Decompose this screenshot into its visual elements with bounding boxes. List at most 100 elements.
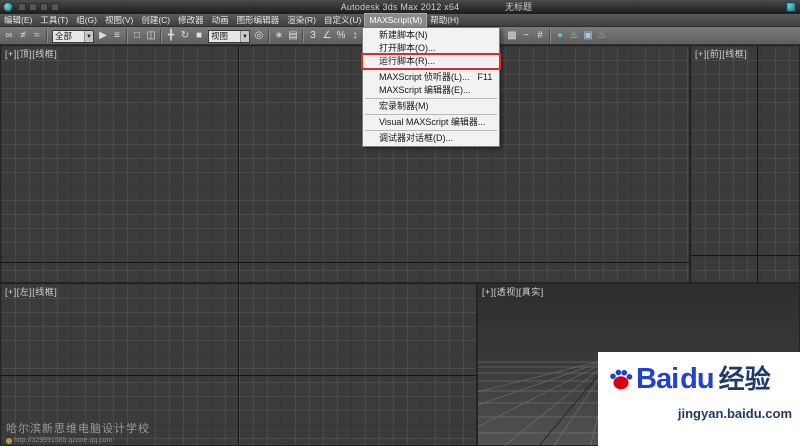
select-and-move-icon[interactable]: ╋ — [164, 28, 178, 44]
document-title: 无标题 — [505, 2, 533, 12]
menu-item-maxscript[interactable]: MAXScript(M) — [364, 13, 428, 28]
baidu-site-url: jingyan.baidu.com — [677, 406, 792, 421]
select-and-scale-icon[interactable]: ■ — [192, 28, 206, 44]
rendered-frame-window-icon[interactable]: ▣ — [581, 28, 595, 44]
menu-bar: 编辑(E) 工具(T) 组(G) 视图(V) 创建(C) 修改器 动画 图形编辑器 渲染(R) 自… — [0, 13, 800, 28]
maxscript-menu-item-visual-maxscript-editor[interactable]: Visual MAXScript 编辑器... — [363, 116, 499, 129]
menu-item-label: 运行脚本(R)... — [379, 56, 435, 66]
menu-item-help[interactable]: 帮助(H) — [426, 14, 463, 27]
viewport-top[interactable]: [+][顶][线框] — [0, 45, 690, 283]
snap-toggle-3d-icon[interactable]: 3 — [306, 28, 320, 44]
maxscript-dropdown-menu: 新建脚本(N) 打开脚本(O)... 运行脚本(R)... MAXScript 侦听器… — [362, 27, 500, 147]
schematic-view-icon[interactable]: # — [533, 28, 547, 44]
selection-filter-arrow-icon[interactable]: ▼ — [84, 30, 93, 42]
menu-item-label: MAXScript 侦听器(L)... — [379, 72, 470, 82]
maxscript-menu-item-maxscript-listener[interactable]: MAXScript 侦听器(L)... F11 — [363, 71, 499, 84]
qzone-icon — [6, 437, 12, 444]
viewport-front-label[interactable]: [+][前][线框] — [695, 47, 747, 60]
top-view-y-axis — [238, 46, 239, 282]
school-url-row: http://329991585.qzone.qq.com — [6, 437, 150, 444]
menu-item-tools[interactable]: 工具(T) — [36, 14, 72, 27]
maxscript-menu-item-macro-recorder[interactable]: 宏录制器(M) — [363, 100, 499, 113]
menu-separator — [365, 98, 497, 99]
menu-item-label: 打开脚本(O)... — [379, 43, 436, 53]
3dsmax-window: Autodesk 3ds Max 2012 x64 无标题 编辑(E) 工具(T)… — [0, 0, 800, 446]
viewport-perspective-label[interactable]: [+][透视][真实] — [482, 285, 544, 298]
menu-item-label: 调试器对话框(D)... — [379, 133, 453, 143]
baidu-paw-icon — [610, 369, 633, 390]
reference-coordinate-system-value: 视图 — [211, 31, 229, 41]
menu-item-animation[interactable]: 动画 — [208, 14, 233, 27]
toolbar-separator — [268, 29, 270, 43]
viewport-top-label[interactable]: [+][顶][线框] — [5, 47, 57, 60]
front-view-x-axis — [691, 255, 799, 256]
spinner-snap-icon[interactable]: ↕ — [348, 28, 362, 44]
maxscript-menu-item-open-script[interactable]: 打开脚本(O)... — [363, 42, 499, 55]
menu-separator — [365, 69, 497, 70]
percent-snap-icon[interactable]: % — [334, 28, 348, 44]
menu-item-views[interactable]: 视图(V) — [101, 14, 137, 27]
select-and-rotate-icon[interactable]: ↻ — [178, 28, 192, 44]
maxscript-menu-item-maxscript-editor[interactable]: MAXScript 编辑器(E)... — [363, 84, 499, 97]
baidu-watermark: Bai du 经验 jingyan.baidu.com — [598, 352, 800, 446]
school-name: 哈尔滨新思维电脑设计学校 — [6, 423, 150, 435]
select-object-icon[interactable]: ▶ — [96, 28, 110, 44]
window-crossing-icon[interactable]: ◫ — [144, 28, 158, 44]
baidu-wordmark-du: du — [680, 363, 714, 395]
school-url: http://329991585.qzone.qq.com — [14, 437, 113, 444]
material-editor-icon[interactable]: ● — [553, 28, 567, 44]
viewport-front[interactable]: [+][前][线框] — [690, 45, 800, 283]
left-view-y-axis — [1, 375, 476, 376]
render-production-icon[interactable]: ♨ — [595, 28, 609, 44]
toolbar-separator — [126, 29, 128, 43]
toolbar-right: ▩ ~ # ● ♨ ▣ ♨ — [505, 27, 609, 45]
angle-snap-icon[interactable]: ∠ — [320, 28, 334, 44]
menu-separator — [365, 130, 497, 131]
school-watermark: 哈尔滨新思维电脑设计学校 http://329991585.qzone.qq.c… — [6, 420, 150, 444]
viewport-left-label[interactable]: [+][左][线框] — [5, 285, 57, 298]
toolbar-separator — [160, 29, 162, 43]
top-view-x-axis — [1, 262, 689, 263]
reference-coordinate-system-arrow-icon[interactable]: ▼ — [240, 30, 249, 42]
baidu-logo: Bai du 经验 — [608, 363, 792, 395]
menu-item-graph-editors[interactable]: 图形编辑器 — [233, 14, 284, 27]
select-and-manipulate-icon[interactable]: ∗ — [272, 28, 286, 44]
graphite-modeling-tools-icon[interactable]: ▩ — [505, 28, 519, 44]
select-and-link-icon[interactable]: ∞ — [2, 28, 16, 44]
reference-coordinate-system-dropdown[interactable]: 视图 ▼ — [208, 29, 250, 43]
selection-filter-dropdown[interactable]: 全部 ▼ — [52, 29, 94, 43]
menu-item-create[interactable]: 创建(C) — [137, 14, 174, 27]
menu-separator — [365, 114, 497, 115]
select-by-name-icon[interactable]: ≡ — [110, 28, 124, 44]
keyboard-shortcut-override-icon[interactable]: ▤ — [286, 28, 300, 44]
menu-item-label: MAXScript 编辑器(E)... — [379, 85, 471, 95]
menu-item-shortcut: F11 — [477, 72, 493, 82]
menu-item-edit[interactable]: 编辑(E) — [0, 14, 36, 27]
front-view-z-axis — [757, 46, 758, 282]
render-setup-icon[interactable]: ♨ — [567, 28, 581, 44]
menu-item-rendering[interactable]: 渲染(R) — [283, 14, 320, 27]
maxscript-menu-item-run-script[interactable]: 运行脚本(R)... — [363, 55, 499, 68]
use-pivot-center-icon[interactable]: ◎ — [252, 28, 266, 44]
baidu-brand-jingyan: 经验 — [718, 364, 771, 394]
unlink-selection-icon[interactable]: ≠ — [16, 28, 30, 44]
curve-editor-icon[interactable]: ~ — [519, 28, 533, 44]
title-bar: Autodesk 3ds Max 2012 x64 无标题 — [0, 0, 800, 14]
left-view-z-axis — [238, 284, 239, 445]
bind-to-space-warp-icon[interactable]: ≈ — [30, 28, 44, 44]
selection-region-icon[interactable]: □ — [130, 28, 144, 44]
infocenter-icon[interactable] — [786, 2, 796, 12]
menu-item-label: Visual MAXScript 编辑器... — [379, 117, 486, 127]
menu-item-modifiers[interactable]: 修改器 — [174, 14, 208, 27]
maxscript-menu-item-debugger-dialog[interactable]: 调试器对话框(D)... — [363, 132, 499, 145]
toolbar-separator — [549, 29, 551, 43]
menu-item-label: 新建脚本(N) — [379, 30, 428, 40]
menu-item-customize[interactable]: 自定义(U) — [320, 14, 365, 27]
window-title: Autodesk 3ds Max 2012 x64 — [340, 2, 460, 12]
toolbar-separator — [302, 29, 304, 43]
menu-item-label: 宏录制器(M) — [379, 101, 429, 111]
selection-filter-value: 全部 — [55, 31, 73, 41]
baidu-wordmark-bai: Bai — [636, 363, 679, 395]
menu-item-group[interactable]: 组(G) — [72, 14, 101, 27]
maxscript-menu-item-new-script[interactable]: 新建脚本(N) — [363, 29, 499, 42]
